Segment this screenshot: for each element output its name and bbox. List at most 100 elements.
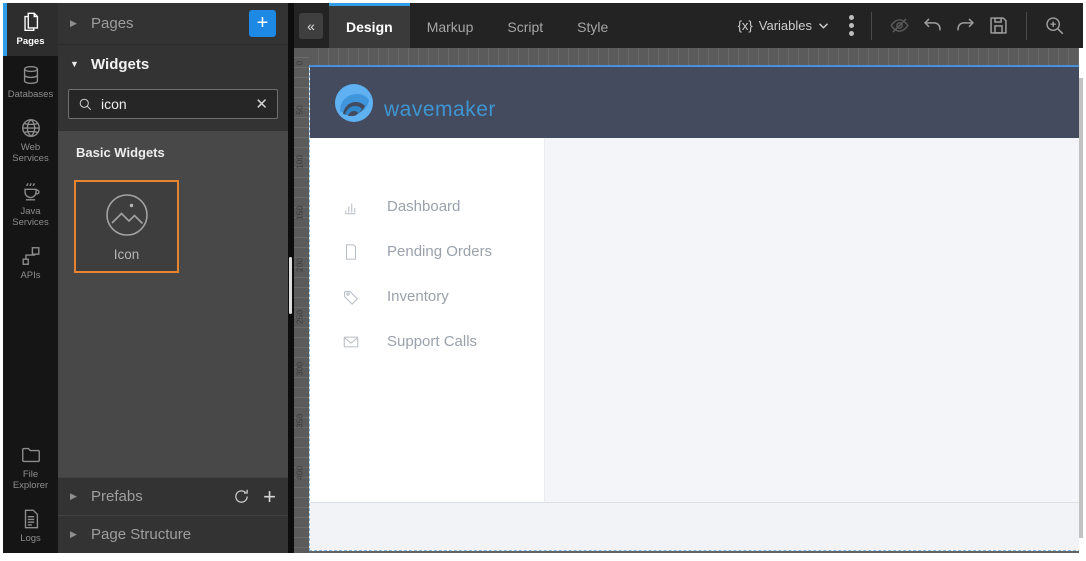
widget-tile-label: Icon: [113, 246, 140, 262]
editor-toolbar: {x} Variables: [738, 3, 1083, 48]
horizontal-ruler: [309, 48, 1083, 65]
rail-item-pages[interactable]: Pages: [3, 3, 58, 56]
main-area: « Design Markup Script Style {x} Variabl…: [294, 3, 1083, 553]
widgets-list: Basic Widgets Icon: [58, 131, 288, 477]
ruler-tick: 200: [294, 257, 305, 273]
rail-item-label: Logs: [20, 533, 41, 545]
bar-chart-icon: [345, 203, 356, 214]
rail-item-logs[interactable]: Logs: [3, 500, 58, 553]
prefabs-section-label: Prefabs: [91, 488, 143, 505]
ruler-tick: 400: [294, 465, 305, 481]
wavemaker-logo-icon: [335, 83, 373, 122]
undo-button[interactable]: [916, 11, 949, 40]
ruler-tick: 250: [294, 309, 305, 325]
basic-widgets-title: Basic Widgets: [76, 145, 165, 160]
search-icon: [79, 98, 92, 110]
app-content-area[interactable]: [545, 138, 1080, 502]
rail-item-label: Databases: [7, 88, 54, 100]
nav-item-inventory[interactable]: Inventory: [310, 274, 544, 319]
undo-icon: [924, 18, 941, 31]
widget-search-input[interactable]: icon ✕: [68, 89, 278, 119]
tab-design[interactable]: Design: [329, 3, 410, 48]
preview-eye-off-button[interactable]: [883, 11, 916, 40]
page-structure-section-header[interactable]: ▶ Page Structure: [58, 515, 288, 553]
tab-script[interactable]: Script: [490, 3, 560, 48]
app-side-nav: Dashboard Pending Orders Inventory Suppo…: [310, 138, 545, 502]
eye-off-icon: [890, 18, 909, 33]
page-body: Dashboard Pending Orders Inventory Suppo…: [310, 138, 1080, 502]
add-prefab-icon[interactable]: +: [263, 485, 276, 508]
api-nodes-icon: [22, 246, 39, 265]
widget-search-wrap: icon ✕: [58, 83, 288, 131]
app-header[interactable]: wavemaker: [310, 67, 1080, 138]
clear-search-icon[interactable]: ✕: [255, 95, 268, 113]
rail-item-databases[interactable]: Databases: [3, 56, 58, 109]
rail-item-label: APIs: [20, 269, 41, 281]
chevron-right-icon: ▶: [70, 529, 77, 539]
rail-spacer: [3, 289, 58, 436]
widget-search-value: icon: [101, 96, 127, 112]
editor-tabbar: « Design Markup Script Style {x} Variabl…: [294, 3, 1083, 48]
ruler-tick: 50: [294, 105, 305, 115]
refresh-icon[interactable]: [233, 488, 250, 505]
canvas-page[interactable]: wavemaker Dashboard Pending Orders Inven…: [309, 65, 1081, 551]
variables-dropdown[interactable]: {x} Variables: [738, 18, 829, 33]
toolbar-separator: [871, 11, 872, 40]
panel-resize-handle[interactable]: [289, 257, 292, 314]
pages-section-label: Pages: [91, 15, 134, 32]
left-panel: ▶ Pages + ▼ Widgets icon ✕ Basic Widgets…: [58, 3, 288, 553]
nav-item-support-calls[interactable]: Support Calls: [310, 319, 544, 364]
pages-section-header[interactable]: ▶ Pages +: [58, 3, 288, 45]
database-icon: [23, 65, 38, 84]
pages-icon: [23, 12, 38, 31]
save-icon: [990, 17, 1007, 34]
nav-item-pending-orders[interactable]: Pending Orders: [310, 229, 544, 274]
nav-item-label: Dashboard: [387, 198, 461, 215]
rail-item-apis[interactable]: APIs: [3, 237, 58, 290]
add-page-button[interactable]: +: [249, 10, 276, 37]
chevron-down-icon: ▼: [70, 59, 79, 69]
rail-item-file-explorer[interactable]: File Explorer: [3, 436, 58, 500]
ruler-tick: 150: [294, 205, 305, 221]
save-button[interactable]: [982, 11, 1015, 40]
tab-style[interactable]: Style: [560, 3, 625, 48]
mail-icon: [343, 336, 359, 347]
rail-item-label: File Explorer: [12, 469, 49, 492]
rail-item-label: Web Services: [12, 141, 49, 164]
app-footer[interactable]: [310, 502, 1080, 550]
rail-item-label: Java Services: [12, 205, 49, 228]
more-options-menu[interactable]: [843, 11, 860, 40]
vertical-ruler: 0 50 100 150 200 250 300 350 400: [294, 48, 309, 553]
canvas-scroll-area: [1079, 48, 1083, 553]
brand-text: wavemaker: [384, 97, 496, 121]
nav-item-label: Support Calls: [387, 333, 478, 350]
chevron-right-icon: ▶: [70, 491, 77, 501]
globe-icon: [21, 118, 40, 137]
redo-icon: [957, 18, 974, 31]
collapse-panel-button[interactable]: «: [299, 12, 323, 39]
nav-item-dashboard[interactable]: Dashboard: [310, 184, 544, 229]
prefabs-section-header[interactable]: ▶ Prefabs +: [58, 477, 288, 515]
widget-tile-icon[interactable]: Icon: [74, 180, 179, 273]
folder-icon: [21, 448, 40, 463]
activity-rail: Pages Databases Web Services Java Servic…: [3, 3, 58, 553]
rail-item-web-services[interactable]: Web Services: [3, 109, 58, 173]
page-structure-section-label: Page Structure: [91, 526, 192, 543]
chevron-down-icon: [818, 22, 829, 29]
coffee-icon: [23, 182, 40, 201]
ruler-tick: 0: [294, 60, 305, 66]
ruler-tick: 300: [294, 361, 305, 377]
nav-item-label: Pending Orders: [387, 243, 493, 260]
vertical-scrollbar[interactable]: [1079, 78, 1083, 538]
design-workspace: 0 50 100 150 200 250 300 350 400 wavemak…: [294, 48, 1083, 553]
image-circle-icon: [105, 193, 148, 236]
zoom-in-button[interactable]: [1038, 11, 1071, 40]
ruler-tick: 350: [294, 413, 305, 429]
widgets-section-header[interactable]: ▼ Widgets: [58, 45, 288, 83]
redo-button[interactable]: [949, 11, 982, 40]
tab-markup[interactable]: Markup: [410, 3, 491, 48]
variables-label: Variables: [758, 18, 812, 33]
rail-item-java-services[interactable]: Java Services: [3, 173, 58, 237]
wavemaker-studio: Pages Databases Web Services Java Servic…: [3, 3, 1083, 553]
document-icon: [345, 243, 357, 260]
